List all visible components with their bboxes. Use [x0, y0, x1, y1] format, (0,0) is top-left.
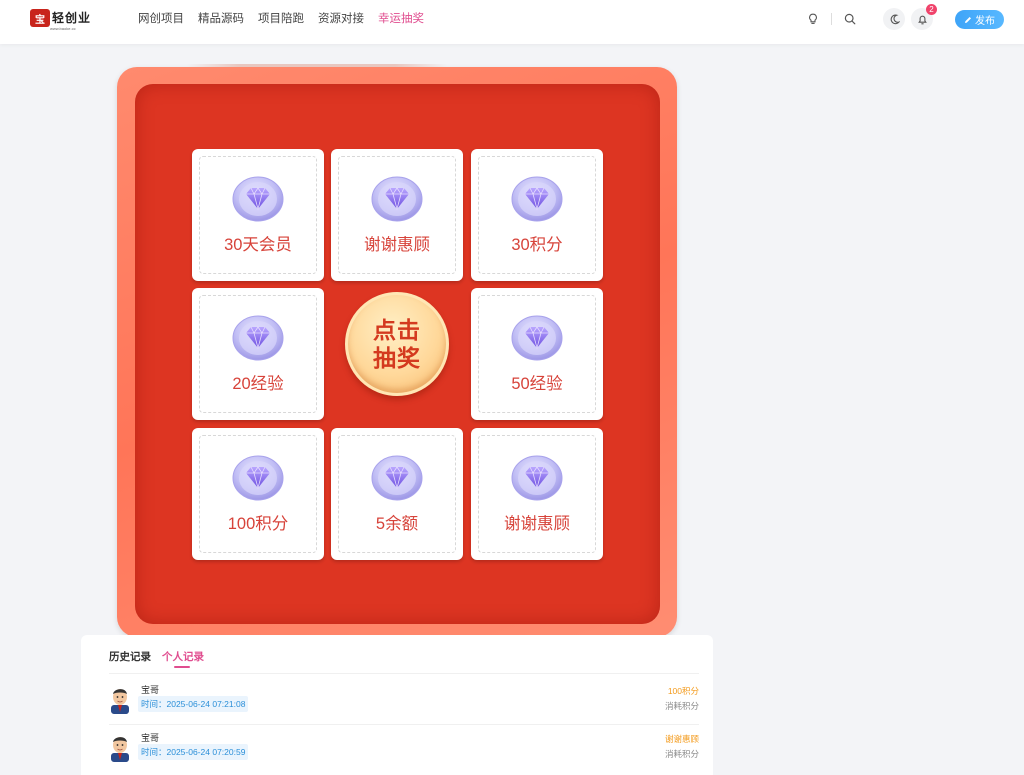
prize-label: 50经验 — [511, 375, 563, 393]
prize-label: 谢谢惠顾 — [504, 515, 570, 533]
record-row: 宝哥 时间：2025-06-24 07:21:08 100积分 消耗积分 — [109, 680, 699, 724]
notification-badge: 2 — [926, 4, 937, 15]
prize-cell-30-points[interactable]: 30积分 — [471, 149, 603, 281]
diamond-icon — [511, 455, 563, 501]
record-row: 宝哥 时间：2025-06-24 07:20:59 谢谢惠顾 消耗积分 — [109, 728, 699, 772]
top-header: 宝 轻创业 www.baoke.cc 网创项目 精品源码 项目陪跑 资源对接 幸… — [0, 0, 1024, 44]
record-time: 时间：2025-06-24 07:21:08 — [138, 696, 249, 712]
lightbulb-icon[interactable] — [802, 8, 824, 30]
prize-label: 5余额 — [375, 515, 419, 533]
prize-cell-thanks-2[interactable]: 谢谢惠顾 — [471, 428, 603, 560]
dark-mode-moon-icon[interactable] — [883, 8, 905, 30]
prize-cell-50-exp[interactable]: 50经验 — [471, 288, 603, 420]
record-prize: 谢谢惠顾 — [664, 734, 699, 744]
nav-item-coaching[interactable]: 项目陪跑 — [258, 11, 304, 27]
pencil-icon — [965, 16, 971, 23]
record-cost: 消耗积分 — [664, 749, 699, 759]
diamond-icon — [232, 315, 284, 361]
records-tabs: 历史记录 个人记录 — [109, 649, 204, 668]
prize-cell-100-points[interactable]: 100积分 — [192, 428, 324, 560]
divider — [109, 724, 699, 725]
nav-item-projects[interactable]: 网创项目 — [138, 11, 184, 27]
header-divider — [831, 13, 832, 25]
record-prize: 100积分 — [667, 686, 699, 696]
draw-button-label: 点击抽奖 — [373, 317, 421, 371]
avatar — [111, 737, 129, 762]
logo-text: 轻创业 — [52, 11, 92, 25]
prize-label: 30积分 — [511, 236, 563, 254]
prize-cell-5-balance[interactable]: 5余额 — [331, 428, 463, 560]
draw-button[interactable]: 点击抽奖 — [345, 292, 449, 396]
logo-subtext: www.baoke.cc — [50, 26, 76, 31]
publish-button[interactable]: 发布 — [955, 10, 1004, 29]
divider — [109, 673, 699, 674]
prize-label: 谢谢惠顾 — [364, 236, 430, 254]
record-user-name: 宝哥 — [141, 733, 160, 743]
diamond-icon — [511, 315, 563, 361]
avatar — [111, 689, 129, 714]
diamond-icon — [371, 176, 423, 222]
logo-mark: 宝 — [30, 9, 50, 27]
tab-history[interactable]: 历史记录 — [109, 649, 151, 668]
record-cost: 消耗积分 — [664, 701, 699, 711]
prize-cell-20-exp[interactable]: 20经验 — [192, 288, 324, 420]
nav-item-lucky-draw[interactable]: 幸运抽奖 — [378, 11, 424, 27]
diamond-icon — [371, 455, 423, 501]
diamond-icon — [511, 176, 563, 222]
publish-button-label: 发布 — [975, 16, 995, 27]
diamond-icon — [232, 455, 284, 501]
record-time: 时间：2025-06-24 07:20:59 — [138, 744, 249, 760]
draw-records-panel: 历史记录 个人记录 宝哥 时间：2025-06-24 07:21:08 100积… — [81, 635, 713, 775]
tab-personal[interactable]: 个人记录 — [162, 649, 204, 668]
nav-item-resources[interactable]: 资源对接 — [318, 11, 364, 27]
nav-item-source-code[interactable]: 精品源码 — [198, 11, 244, 27]
prize-cell-vip-30-days[interactable]: 30天会员 — [192, 149, 324, 281]
site-logo[interactable]: 宝 轻创业 www.baoke.cc — [30, 7, 92, 35]
record-user-name: 宝哥 — [141, 685, 160, 695]
prize-cell-thanks[interactable]: 谢谢惠顾 — [331, 149, 463, 281]
prize-label: 20经验 — [232, 375, 284, 393]
board-top-strip — [187, 64, 447, 67]
diamond-icon — [232, 176, 284, 222]
prize-label: 100积分 — [227, 515, 289, 533]
search-icon[interactable] — [839, 8, 861, 30]
prize-label: 30天会员 — [224, 236, 292, 254]
main-nav: 网创项目 精品源码 项目陪跑 资源对接 幸运抽奖 — [138, 11, 424, 27]
